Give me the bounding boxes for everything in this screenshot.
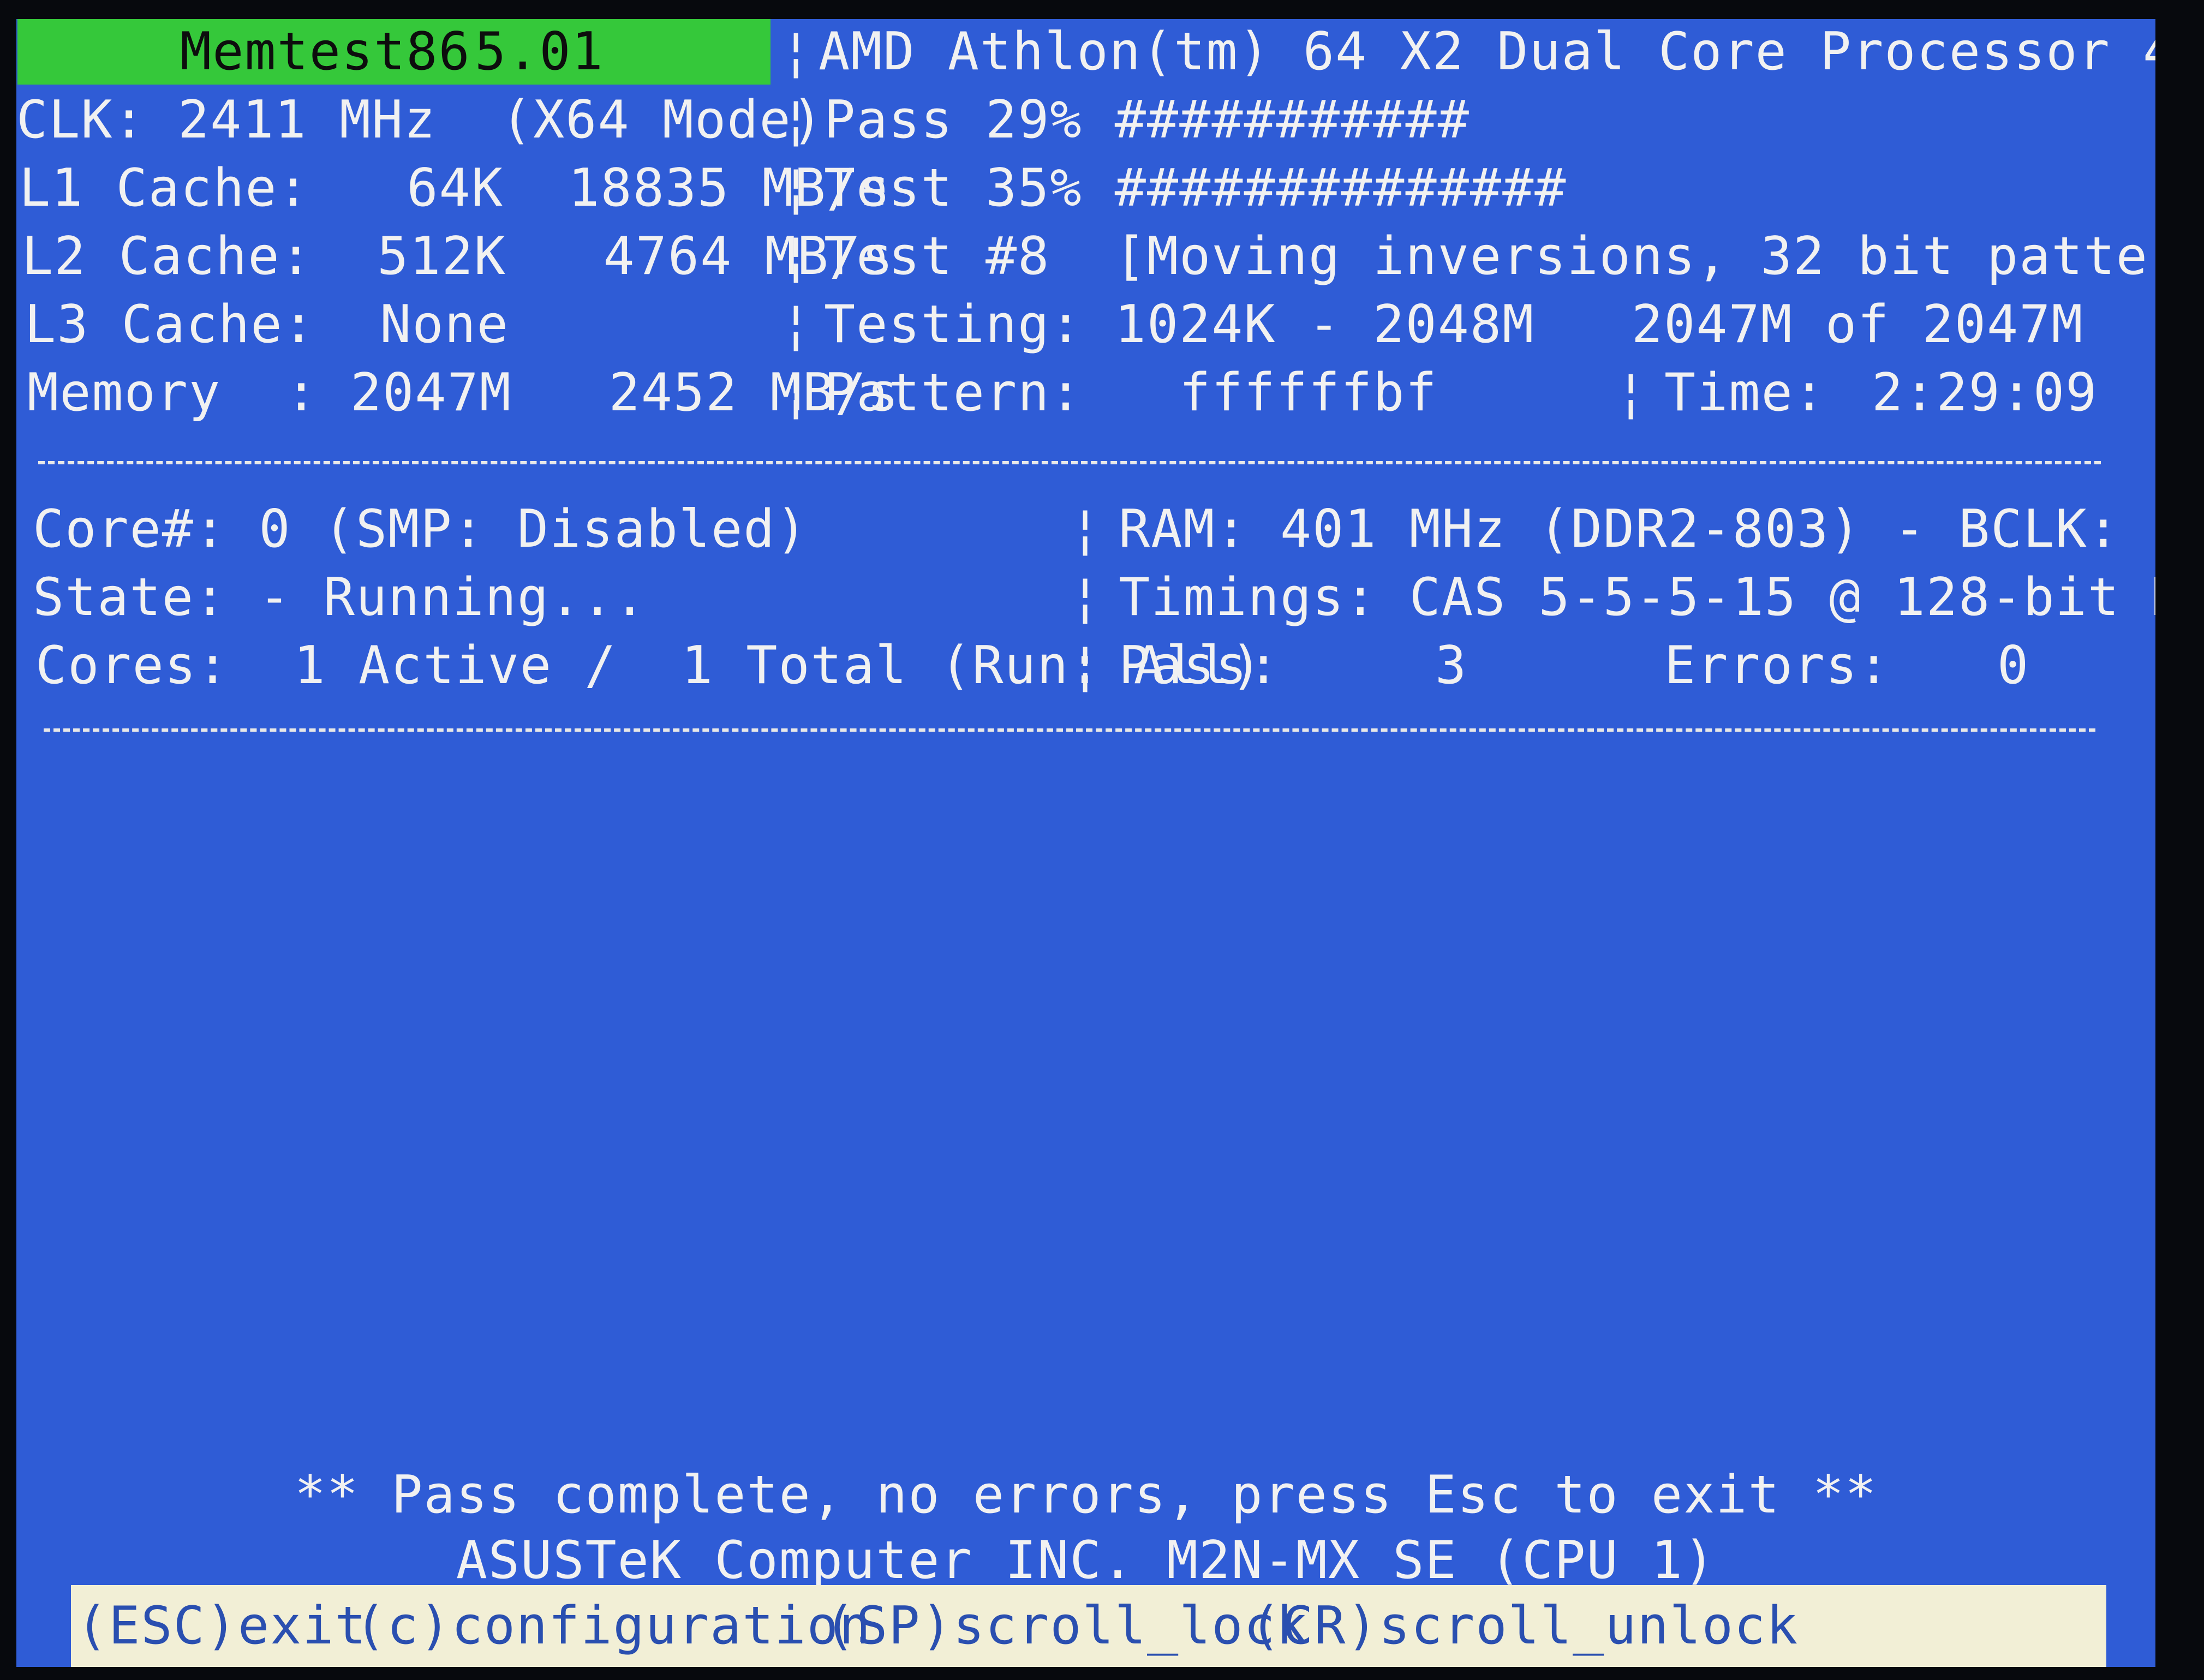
app-name: Memtest86 — [180, 22, 471, 82]
configuration-key[interactable]: (c)configuration — [355, 1596, 871, 1656]
test-progress: Test 35% ############## — [824, 158, 1567, 218]
esc-exit-key[interactable]: (ESC)exit — [76, 1596, 367, 1656]
pattern-info: Pattern: ffffffbf — [824, 363, 1438, 423]
l2-cache-info: L2 Cache: 512K 4764 MB/s — [22, 226, 894, 286]
separator: ¦ — [780, 295, 813, 355]
memtest-screen: Memtest86 5.01 ¦ ¦ ¦ ¦ ¦ ¦ AMD Athlon(tm… — [16, 19, 2155, 1667]
clk-info: CLK: 2411 MHz (X64 Mode) — [16, 90, 824, 150]
l1-cache-info: L1 Cache: 64K 18835 MB/s — [19, 158, 892, 218]
core-info: Core#: 0 (SMP: Disabled) — [33, 499, 808, 559]
errors-label: Errors: — [1664, 636, 1891, 696]
separator: ¦ — [1070, 567, 1102, 627]
pass-complete-message: ** Pass complete, no errors, press Esc t… — [294, 1465, 1878, 1525]
separator: ¦ — [1070, 636, 1102, 696]
cpu-name: AMD Athlon(tm) 64 X2 Dual Core Processor… — [819, 22, 2155, 82]
ram-info: RAM: 401 MHz (DDR2-803) - BCLK: 200 — [1119, 499, 2155, 559]
divider — [44, 728, 2095, 732]
errors-value: 0 — [1997, 636, 2030, 696]
scroll-unlock-key[interactable]: (CR)scroll_unlock — [1250, 1596, 1799, 1656]
pass-count-label: Pass: — [1119, 636, 1280, 696]
scroll-lock-key[interactable]: (SP)scroll_lock — [824, 1596, 1309, 1656]
timings-info: Timings: CAS 5-5-5-15 @ 128-bit Mode — [1119, 567, 2155, 627]
divider — [38, 461, 2101, 464]
testing-range: Testing: 1024K - 2048M 2047M of 2047M — [824, 295, 2084, 355]
pass-progress: Pass 29% ########### — [824, 90, 1470, 150]
l3-cache-info: L3 Cache: None — [25, 295, 509, 355]
separator: ¦ — [1615, 363, 1648, 423]
pass-count-value: 3 — [1435, 636, 1468, 696]
board-info: ASUSTeK Computer INC. M2N-MX SE (CPU 1) — [456, 1530, 1716, 1591]
separator: ¦ — [1070, 499, 1102, 559]
app-version: 5.01 — [475, 22, 604, 82]
time-label: Time: — [1664, 363, 1826, 423]
state-info: State: - Running... — [33, 567, 647, 627]
memory-info: Memory : 2047M 2452 MB/s — [27, 363, 900, 423]
test-number: Test #8 [Moving inversions, 32 bit patte… — [824, 226, 2155, 286]
separator: ¦ — [780, 22, 813, 82]
time-value: 2:29:09 — [1872, 363, 2098, 423]
